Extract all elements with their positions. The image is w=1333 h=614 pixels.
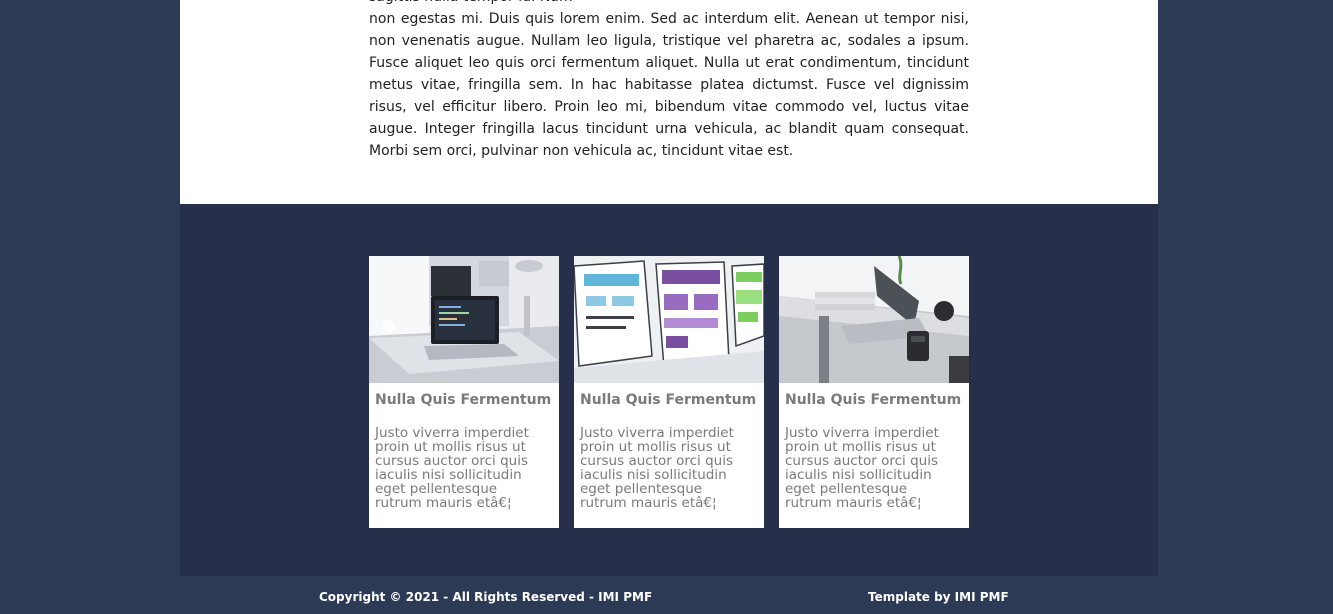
article-paragraph: non egestas mi. Duis quis lorem enim. Se… [369, 11, 969, 159]
card-image-wireframe-sketch[interactable] [574, 256, 764, 383]
article-text: sagittis nulla tempor id. Nam non egesta… [369, 0, 969, 162]
card-image-workspace-laptop[interactable] [779, 256, 969, 383]
card-text: Justo viverra imperdiet proin ut mollis … [580, 425, 734, 511]
card-title[interactable]: Nulla Quis Fermentum [785, 392, 969, 408]
article-partial-line: sagittis nulla tempor id. Nam [369, 0, 969, 8]
card-text: Justo viverra imperdiet proin ut mollis … [375, 425, 529, 511]
card[interactable]: Nulla Quis Fermentum Justo viverra imper… [779, 256, 969, 528]
footer-copyright: Copyright © 2021 - All Rights Reserved -… [319, 590, 653, 604]
content-panel: sagittis nulla tempor id. Nam non egesta… [180, 0, 1158, 204]
card[interactable]: Nulla Quis Fermentum Justo viverra imper… [369, 256, 559, 528]
card-title[interactable]: Nulla Quis Fermentum [580, 392, 764, 408]
card-text: Justo viverra imperdiet proin ut mollis … [785, 425, 939, 511]
card-title[interactable]: Nulla Quis Fermentum [375, 392, 559, 408]
card-image-laptop-desk[interactable] [369, 256, 559, 383]
footer-credit: Template by IMI PMF [868, 590, 1009, 604]
card[interactable]: Nulla Quis Fermentum Justo viverra imper… [574, 256, 764, 528]
cards-section: Nulla Quis Fermentum Justo viverra imper… [180, 204, 1158, 576]
